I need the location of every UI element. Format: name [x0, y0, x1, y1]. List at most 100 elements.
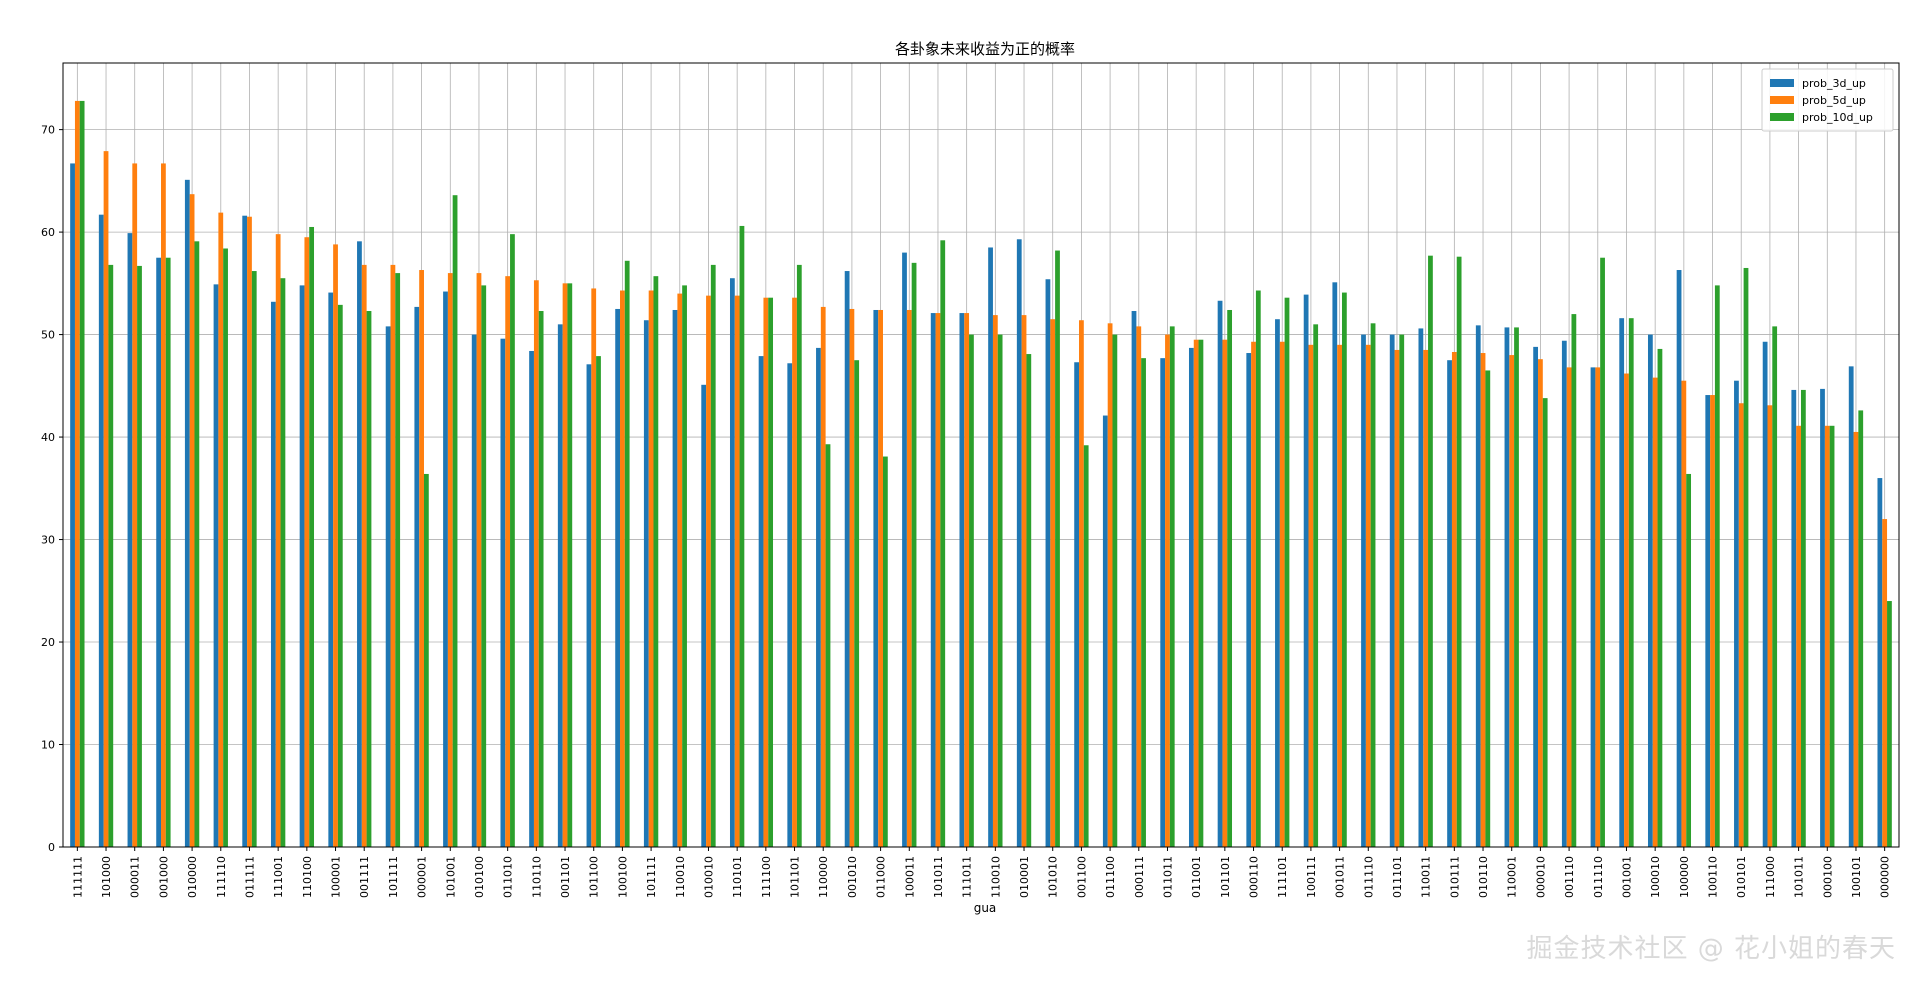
bar-prob_10d_up: [1686, 473, 1692, 847]
bar-prob_3d_up: [1418, 328, 1424, 847]
bar-prob_5d_up: [591, 288, 597, 847]
x-tick-label: 101001: [444, 856, 457, 898]
bar-prob_3d_up: [1820, 388, 1825, 847]
bar-prob_5d_up: [505, 276, 511, 847]
watermark: 掘金技术社区 @ 花小姐的春天: [1526, 934, 1896, 964]
bar-prob_10d_up: [1026, 354, 1032, 847]
x-tick-label: 010001: [1018, 856, 1031, 898]
bar-prob_5d_up: [419, 270, 424, 848]
legend-swatch: [1770, 79, 1794, 87]
legend-swatch: [1770, 113, 1794, 121]
x-tick-label: 100000: [1678, 856, 1691, 898]
bar-prob_5d_up: [1824, 425, 1830, 847]
x-tick-label: 011100: [1104, 856, 1117, 898]
bar-prob_5d_up: [1423, 349, 1429, 847]
x-tick-label: 110010: [674, 856, 687, 898]
bar-prob_5d_up: [1365, 344, 1371, 847]
bar-prob_5d_up: [247, 216, 252, 848]
bar-prob_10d_up: [710, 264, 716, 847]
bar-prob_10d_up: [882, 456, 888, 847]
bar-prob_5d_up: [1480, 353, 1486, 847]
y-axis: 0 10 20 30 40 50 60 70: [41, 124, 63, 854]
x-tick-label: 001011: [1334, 856, 1347, 898]
bar-prob_10d_up: [768, 297, 774, 847]
bar-prob_5d_up: [677, 293, 683, 847]
bar-prob_10d_up: [1313, 324, 1319, 847]
bar-prob_10d_up: [395, 273, 401, 847]
bar-prob_5d_up: [1451, 352, 1457, 847]
legend: prob_3d_up prob_5d_up prob_10d_up: [1761, 68, 1894, 132]
bar-prob_3d_up: [1160, 358, 1166, 847]
bar-prob_5d_up: [820, 306, 826, 847]
x-tick-label: 011000: [875, 856, 888, 898]
bar-prob_10d_up: [337, 304, 343, 847]
legend-label: prob_3d_up: [1802, 77, 1866, 90]
bar-prob_10d_up: [1141, 358, 1146, 847]
bar-prob_10d_up: [739, 225, 745, 847]
bar-prob_3d_up: [213, 284, 219, 847]
bar-prob_5d_up: [964, 313, 970, 847]
x-axis-label: gua: [974, 901, 997, 915]
bar-prob_5d_up: [562, 283, 568, 848]
bar-prob_3d_up: [1389, 334, 1395, 848]
bar-prob_10d_up: [452, 195, 458, 847]
x-tick-label: 101111: [387, 856, 400, 898]
bar-prob_10d_up: [940, 240, 946, 847]
bar-prob_5d_up: [1079, 320, 1084, 847]
bar-prob_3d_up: [930, 313, 936, 847]
bar-prob_5d_up: [189, 194, 195, 848]
x-tick-label: 011110: [1362, 856, 1375, 898]
bar-prob_5d_up: [1021, 315, 1027, 847]
bar-prob_5d_up: [1279, 341, 1285, 847]
bar-prob_3d_up: [1619, 318, 1625, 847]
y-tick-label: 60: [41, 226, 55, 239]
x-tick-label: 110000: [817, 856, 830, 898]
bar-prob_3d_up: [270, 301, 276, 847]
bar-prob_3d_up: [184, 179, 190, 848]
bar-prob_5d_up: [1538, 359, 1543, 847]
bar-prob_10d_up: [1055, 250, 1060, 847]
x-tick-label: 111110: [215, 856, 228, 898]
bar-prob_3d_up: [959, 313, 965, 847]
bar-prob_5d_up: [1624, 373, 1629, 847]
bar-prob_10d_up: [1600, 257, 1605, 847]
bar-prob_3d_up: [1074, 362, 1080, 847]
bar-prob_10d_up: [969, 334, 974, 848]
bar-prob_3d_up: [1877, 478, 1883, 847]
bar-chart: 各卦象未来收益为正的概率 0 10 20 30 40 50 60 70 111111 10100…: [41, 40, 1900, 915]
x-tick-label: 001100: [1075, 856, 1088, 898]
bar-prob_3d_up: [1533, 346, 1539, 847]
x-tick-label: 100001: [330, 856, 343, 898]
bar-prob_10d_up: [1542, 398, 1548, 847]
bar-prob_3d_up: [643, 320, 649, 847]
bar-prob_5d_up: [648, 290, 654, 847]
bar-prob_5d_up: [1652, 377, 1658, 847]
bar-prob_3d_up: [1447, 360, 1452, 847]
bar-prob_3d_up: [529, 350, 534, 847]
x-tick-label: 011101: [1391, 856, 1404, 898]
x-tick-label: 000110: [1248, 856, 1261, 898]
bar-prob_5d_up: [763, 297, 769, 847]
bar-prob_5d_up: [1337, 344, 1342, 847]
x-tick-label: 111101: [1276, 856, 1289, 898]
bar-prob_3d_up: [1016, 239, 1022, 847]
bar-prob_3d_up: [1303, 294, 1309, 848]
x-tick-label: 011111: [243, 856, 256, 898]
y-tick-label: 70: [41, 124, 55, 137]
bar-prob_3d_up: [414, 306, 420, 847]
x-tick-label: 011011: [1161, 856, 1174, 898]
bar-prob_10d_up: [1514, 327, 1519, 847]
x-tick-label: 100100: [616, 856, 629, 898]
bar-prob_5d_up: [992, 315, 998, 847]
bar-prob_3d_up: [242, 215, 248, 847]
bar-prob_5d_up: [1394, 349, 1400, 847]
bar-prob_10d_up: [1743, 267, 1749, 848]
bar-prob_10d_up: [1255, 290, 1261, 847]
bar-prob_10d_up: [1858, 410, 1864, 847]
x-tick-label: 110010: [989, 856, 1002, 898]
bar-prob_10d_up: [165, 257, 171, 847]
y-tick-label: 50: [41, 329, 55, 342]
bar-prob_5d_up: [1050, 319, 1056, 848]
bar-prob_10d_up: [1887, 601, 1892, 847]
x-tick-label: 101000: [100, 856, 113, 898]
